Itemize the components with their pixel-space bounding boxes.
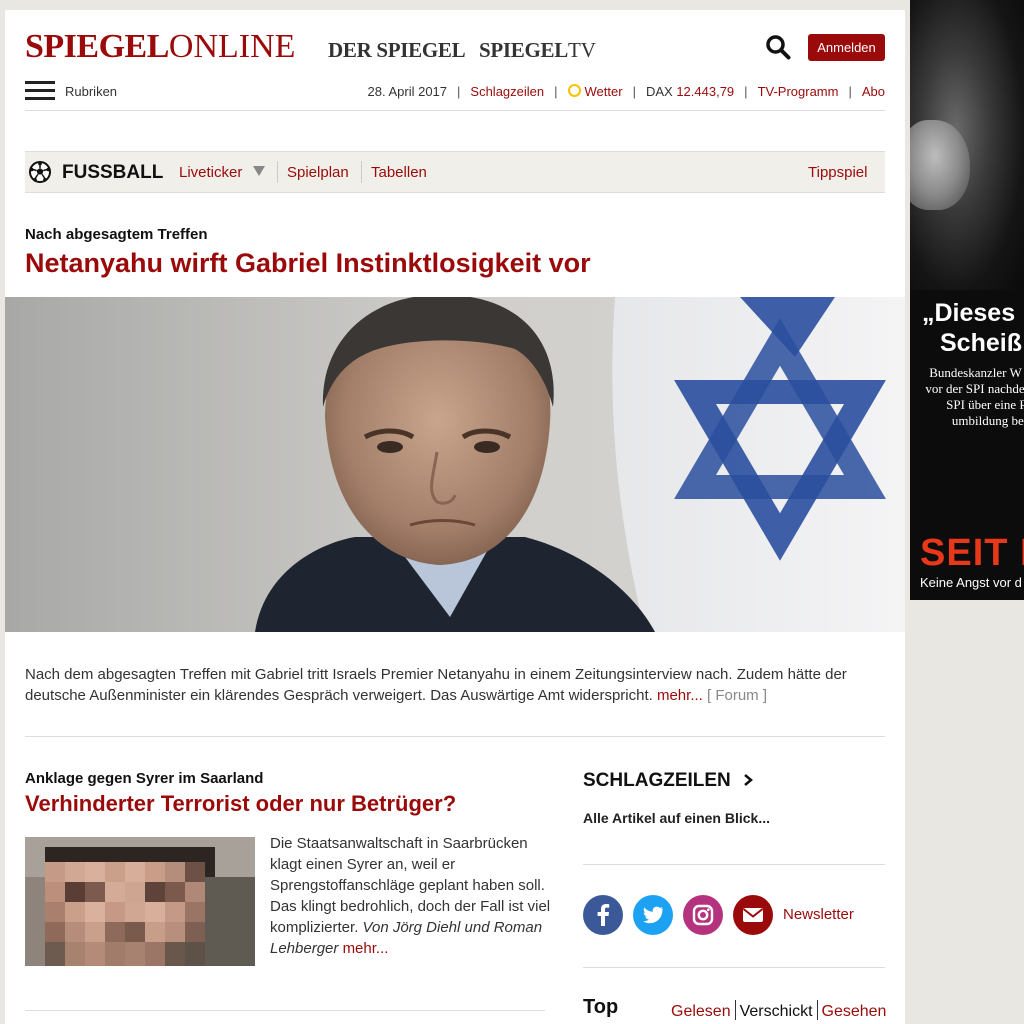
lead-forum-link[interactable]: Forum [715, 687, 758, 704]
schlagzeilen-heading[interactable]: SCHLAGZEILEN [583, 770, 754, 792]
ad-text: Bundeskanzler W 1974 vor der SPI nachdem… [925, 365, 1024, 428]
spielplan-link[interactable]: Spielplan [287, 164, 349, 181]
liveticker-label: Liveticker [179, 164, 243, 181]
lead-image[interactable] [5, 297, 905, 632]
liveticker-link[interactable]: Liveticker [179, 164, 265, 181]
schlagzeilen-subtitle[interactable]: Alle Artikel auf einen Blick... [583, 810, 770, 826]
twitter-icon[interactable] [633, 895, 673, 935]
rubriken-link[interactable]: Rubriken [65, 84, 117, 99]
abo-link[interactable]: Abo [862, 84, 885, 99]
ad-quote-line2: Scheiß [940, 329, 1022, 357]
page: SPIEGELONLINE DER SPIEGEL SPIEGELTV Anme… [5, 10, 905, 1024]
search-icon[interactable] [765, 34, 791, 60]
divider [25, 1010, 545, 1011]
lead-kicker: Nach abgesagtem Treffen [25, 226, 208, 243]
tabellen-link[interactable]: Tabellen [371, 164, 427, 181]
divider [583, 864, 885, 865]
sub-navigation: Rubriken 28. April 2017 | Schlagzeilen | Wet… [25, 80, 885, 111]
instagram-icon[interactable] [683, 895, 723, 935]
spiegel-tv-word: SPIEGEL [479, 38, 568, 62]
schlagzeilen-link[interactable]: Schlagzeilen [470, 84, 544, 99]
ad-seit: SEIT I [920, 532, 1024, 574]
spiegel-tv-suffix: TV [567, 38, 596, 62]
fussball-bar: FUSSBALL Liveticker Spielplan Tabellen T… [25, 151, 885, 193]
tv-programm-link[interactable]: TV-Programm [758, 84, 839, 99]
lead-headline[interactable]: Netanyahu wirft Gabriel Instinktlosigkei… [25, 248, 591, 279]
article2-kicker: Anklage gegen Syrer im Saarland [25, 770, 264, 787]
chevron-right-icon [744, 774, 754, 786]
ad-quote-line1: „Dieses [922, 299, 1016, 327]
newsletter-link[interactable]: Newsletter [783, 906, 854, 923]
football-icon [29, 161, 51, 183]
tab-gelesen[interactable]: Gelesen [667, 1003, 735, 1020]
dax-label: DAX [645, 84, 673, 99]
lead-more-link[interactable]: mehr... [657, 687, 703, 704]
article2-image[interactable] [25, 837, 255, 966]
dropdown-triangle-icon [252, 166, 265, 176]
fussball-title[interactable]: FUSSBALL [62, 162, 163, 184]
spiegel-tv-link[interactable]: SPIEGELTV [479, 38, 596, 63]
article2-headline[interactable]: Verhinderter Terrorist oder nur Betrüger… [25, 791, 456, 817]
facebook-icon[interactable] [583, 895, 623, 935]
menu-icon[interactable] [25, 81, 55, 101]
ad-quote: „Dieses Scheiß [922, 298, 1024, 358]
current-date: 28. April 2017 [367, 84, 448, 99]
dax-value[interactable]: 12.443,79 [676, 84, 734, 99]
divider [25, 736, 885, 737]
divider [583, 967, 885, 968]
top-heading: Top [583, 996, 619, 1018]
der-spiegel-link[interactable]: DER SPIEGEL [328, 38, 466, 63]
sun-icon [567, 84, 581, 97]
ad-tagline: Keine Angst vor d [920, 575, 1022, 590]
article2-more-link[interactable]: mehr... [343, 940, 389, 957]
schlagzeilen-heading-label: SCHLAGZEILEN [583, 770, 731, 791]
tippspiel-link[interactable]: Tippspiel [808, 164, 867, 181]
article2-body: Die Staatsanwaltschaft in Saarbrücken kl… [270, 833, 555, 959]
divider [277, 161, 278, 183]
lead-teaser: Nach dem abgesagten Treffen mit Gabriel … [25, 666, 847, 704]
divider [361, 161, 362, 183]
top-tabs: Gelesen Verschickt Gesehen [667, 1000, 890, 1021]
top-links: 28. April 2017 | Schlagzeilen | Wetter | DAX 1… [367, 84, 885, 99]
newsletter-icon[interactable] [733, 895, 773, 935]
wetter-link[interactable]: Wetter [585, 84, 623, 99]
tab-gesehen[interactable]: Gesehen [818, 1003, 891, 1020]
spiegel-online-logo[interactable]: SPIEGELONLINE [25, 28, 295, 66]
logo-online: ONLINE [168, 28, 296, 65]
logo-spiegel: SPIEGEL [25, 28, 169, 65]
advertisement[interactable]: „Dieses Scheiß Bundeskanzler W 1974 vor … [910, 0, 1024, 600]
tab-verschickt[interactable]: Verschickt [736, 1003, 817, 1020]
login-button[interactable]: Anmelden [808, 34, 885, 61]
